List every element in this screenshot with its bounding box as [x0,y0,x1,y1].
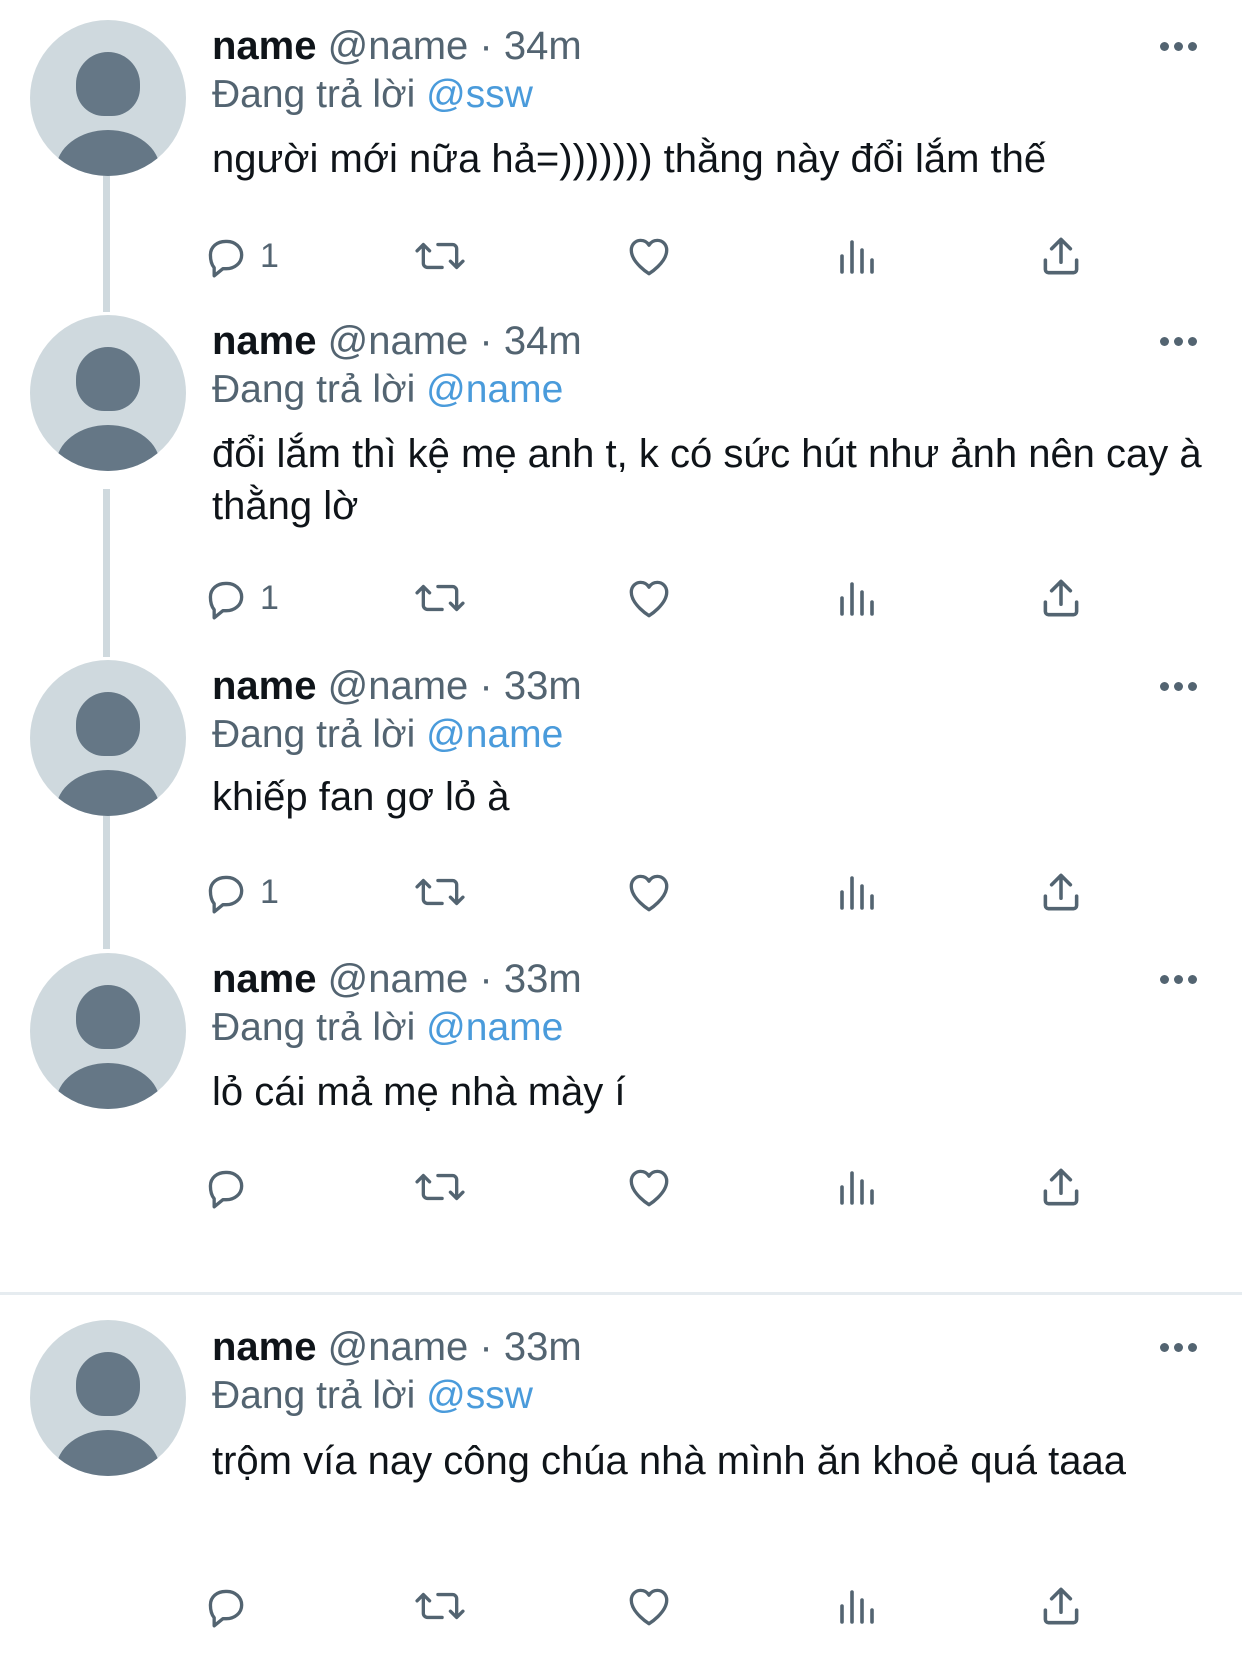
reply-mention[interactable]: @name [426,368,563,411]
replying-to: Đang trả lời @name [212,711,563,759]
tweet-header: name @name · 33m [212,1323,582,1371]
avatar[interactable] [30,953,186,1109]
tweet-text: lỏ cái mả mẹ nhà mày í [212,1070,626,1114]
reply-mention[interactable]: @ssw [426,1374,533,1417]
tweet[interactable]: name @name · 33m Đang trả lời @name khiế… [0,657,1242,949]
timestamp[interactable]: 33m [504,664,582,708]
timestamp[interactable]: 34m [504,24,582,68]
reply-bubble-icon[interactable] [200,1159,260,1215]
reply-prefix: Đang trả lời [212,1006,416,1049]
display-name[interactable]: name [212,24,317,68]
display-name[interactable]: name [212,319,317,363]
heart-icon[interactable] [624,1159,674,1215]
avatar[interactable] [30,660,186,816]
heart-icon[interactable] [624,570,674,626]
retweet-icon[interactable] [412,1578,468,1634]
tweet[interactable]: name @name · 34m Đang trả lời @name đổi … [0,312,1242,657]
action-bar [0,1159,1242,1215]
handle[interactable]: @name [328,957,469,1001]
separator: · [479,319,493,363]
replying-to: Đang trả lời @name [212,366,563,414]
handle[interactable]: @name [328,24,469,68]
reply-prefix: Đang trả lời [212,1374,416,1417]
separator: · [479,1325,493,1369]
tweet-header: name @name · 34m [212,317,582,365]
avatar[interactable] [30,315,186,471]
heart-icon[interactable] [624,864,674,920]
separator: · [479,24,493,68]
action-bar: 1 [0,570,1242,626]
replying-to: Đang trả lời @ssw [212,1372,533,1420]
reply-bubble-icon[interactable] [200,1578,260,1634]
retweet-icon[interactable] [412,1159,468,1215]
replying-to: Đang trả lời @name [212,1004,563,1052]
action-bar: 1 [0,864,1242,920]
timestamp[interactable]: 33m [504,1325,582,1369]
display-name[interactable]: name [212,1325,317,1369]
timestamp[interactable]: 34m [504,319,582,363]
retweet-icon[interactable] [412,570,468,626]
bar-chart-icon[interactable] [834,1159,878,1215]
reply-mention[interactable]: @name [426,713,563,756]
reply-bubble-icon[interactable]: 1 [200,228,279,284]
retweet-icon[interactable] [412,864,468,920]
reply-mention[interactable]: @ssw [426,73,533,116]
tweet-text: khiếp fan gơ lỏ à [212,775,510,819]
reply-bubble-icon[interactable]: 1 [200,570,279,626]
timestamp[interactable]: 33m [504,957,582,1001]
share-upload-icon[interactable] [1036,1159,1086,1215]
more-horizontal-icon[interactable] [1160,335,1200,347]
tweet[interactable]: name @name · 33m Đang trả lời @name lỏ c… [0,949,1242,1242]
replying-to: Đang trả lời @ssw [212,71,533,119]
reply-prefix: Đang trả lời [212,73,416,116]
bar-chart-icon[interactable] [834,228,878,284]
handle[interactable]: @name [328,664,469,708]
action-bar: 1 [0,228,1242,284]
display-name[interactable]: name [212,957,317,1001]
share-upload-icon[interactable] [1036,864,1086,920]
reply-bubble-icon[interactable]: 1 [200,864,279,920]
more-horizontal-icon[interactable] [1160,1341,1200,1353]
tweet[interactable]: name @name · 34m Đang trả lời @ssw người… [0,0,1242,312]
more-horizontal-icon[interactable] [1160,680,1200,692]
reply-prefix: Đang trả lời [212,713,416,756]
bar-chart-icon[interactable] [834,864,878,920]
handle[interactable]: @name [328,1325,469,1369]
tweet-text: người mới nữa hả=))))))) thằng này đổi l… [212,137,1047,181]
bar-chart-icon[interactable] [834,1578,878,1634]
tweet-text: trộm vía nay công chúa nhà mình ăn khoẻ … [212,1439,1126,1483]
bar-chart-icon[interactable] [834,570,878,626]
more-horizontal-icon[interactable] [1160,973,1200,985]
display-name[interactable]: name [212,664,317,708]
action-bar [0,1578,1242,1634]
heart-icon[interactable] [624,1578,674,1634]
reply-count: 1 [260,236,279,275]
reply-prefix: Đang trả lời [212,368,416,411]
share-upload-icon[interactable] [1036,228,1086,284]
tweet-text: đổi lắm thì kệ mẹ anh t, k có sức hút nh… [212,432,1202,528]
tweet-header: name @name · 34m [212,22,582,70]
share-upload-icon[interactable] [1036,1578,1086,1634]
tweet-header: name @name · 33m [212,955,582,1003]
avatar[interactable] [30,1320,186,1476]
tweet[interactable]: name @name · 33m Đang trả lời @ssw trộm … [0,1295,1242,1659]
more-horizontal-icon[interactable] [1160,40,1200,52]
reply-count: 1 [260,872,279,911]
separator: · [479,664,493,708]
reply-mention[interactable]: @name [426,1006,563,1049]
share-upload-icon[interactable] [1036,570,1086,626]
reply-count: 1 [260,578,279,617]
heart-icon[interactable] [624,228,674,284]
retweet-icon[interactable] [412,228,468,284]
handle[interactable]: @name [328,319,469,363]
separator: · [479,957,493,1001]
tweet-header: name @name · 33m [212,662,582,710]
avatar[interactable] [30,20,186,176]
